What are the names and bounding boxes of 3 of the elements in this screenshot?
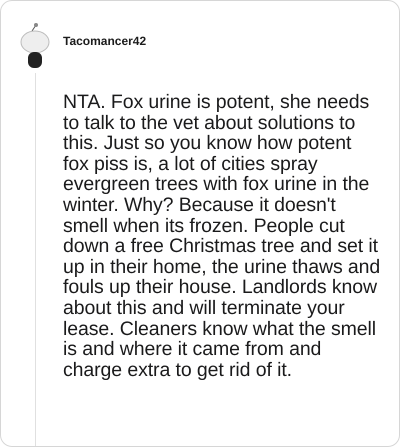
- avatar[interactable]: [18, 23, 52, 69]
- username[interactable]: Tacomancer42: [63, 32, 381, 50]
- comment-text: NTA. Fox urine is potent, she needs to talk to the vet about solutions to this. Just so you know how potent fox piss is, a lot of cities spray evergreen trees with fox urine in the winter. Why? Because it doesn't smell when its frozen. People cut down a free Christmas tree and set it up in their home, the urine thaws and fouls up their house. Landlords know about this and will terminate your lease. Cleaners know what the smell is and where it came from and charge extra to get rid of it.: [63, 92, 381, 380]
